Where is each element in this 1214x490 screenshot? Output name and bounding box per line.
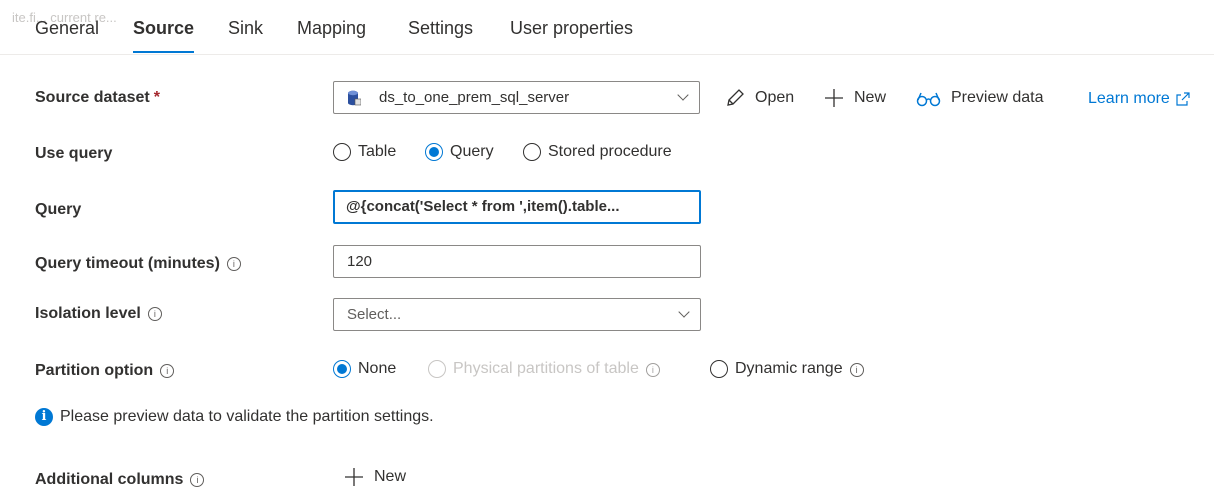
source-dataset-label-text: Source dataset bbox=[35, 89, 150, 106]
radio-circle bbox=[333, 143, 351, 161]
radio-table[interactable]: Table bbox=[333, 143, 396, 161]
tab-source[interactable]: Source bbox=[133, 18, 195, 53]
info-icon: i bbox=[849, 363, 864, 377]
query-timeout-input[interactable]: 120 bbox=[333, 245, 701, 278]
additional-columns-label: Additional columns i bbox=[35, 471, 205, 489]
radio-circle bbox=[333, 360, 351, 378]
source-dataset-value: ds_to_one_prem_sql_server bbox=[379, 89, 570, 106]
radio-circle bbox=[428, 360, 446, 378]
use-query-label: Use query bbox=[35, 145, 113, 162]
add-column-button[interactable]: New bbox=[343, 466, 406, 488]
isolation-level-label: Isolation level i bbox=[35, 305, 162, 323]
tab-settings[interactable]: Settings bbox=[408, 18, 473, 39]
open-button[interactable]: Open bbox=[724, 87, 794, 109]
radio-stored-procedure-label: Stored procedure bbox=[548, 143, 672, 160]
open-label: Open bbox=[755, 89, 795, 106]
info-icon: i bbox=[226, 257, 241, 271]
additional-columns-label-text: Additional columns bbox=[35, 471, 184, 488]
partition-info-text: Please preview data to validate the part… bbox=[60, 408, 434, 425]
partition-option-label: Partition option i bbox=[35, 362, 175, 380]
query-label: Query bbox=[35, 201, 82, 218]
plus-icon bbox=[345, 468, 363, 486]
tab-general[interactable]: General bbox=[35, 18, 99, 39]
radio-stored-procedure[interactable]: Stored procedure bbox=[523, 143, 672, 161]
radio-table-label: Table bbox=[358, 143, 397, 160]
radio-query[interactable]: Query bbox=[425, 143, 494, 161]
radio-query-label: Query bbox=[450, 143, 494, 160]
preview-data-label: Preview data bbox=[951, 89, 1044, 106]
learn-more-link[interactable]: Learn more bbox=[1088, 90, 1190, 108]
query-timeout-value: 120 bbox=[347, 253, 373, 270]
radio-none[interactable]: None bbox=[333, 360, 396, 378]
radio-physical-partitions-label: Physical partitions of table bbox=[453, 360, 639, 377]
info-icon: i bbox=[160, 364, 175, 378]
radio-none-label: None bbox=[358, 360, 397, 377]
required-marker: * bbox=[153, 89, 160, 106]
source-dataset-label: Source dataset * bbox=[35, 89, 160, 107]
new-label: New bbox=[854, 89, 887, 106]
isolation-level-label-text: Isolation level bbox=[35, 305, 141, 322]
radio-dynamic-range[interactable]: Dynamic range i bbox=[710, 360, 864, 378]
learn-more-label: Learn more bbox=[1088, 90, 1170, 107]
chevron-down-icon bbox=[678, 306, 690, 318]
query-timeout-label-text: Query timeout (minutes) bbox=[35, 255, 220, 272]
radio-circle bbox=[710, 360, 728, 378]
chevron-down-icon bbox=[677, 89, 689, 101]
query-value: @{concat('Select * from ',item().table..… bbox=[346, 198, 620, 215]
glasses-icon bbox=[916, 92, 941, 107]
info-icon: i bbox=[190, 473, 205, 487]
plus-icon bbox=[825, 89, 843, 107]
query-input[interactable]: @{concat('Select * from ',item().table..… bbox=[333, 190, 701, 224]
external-link-icon bbox=[1176, 92, 1190, 106]
isolation-level-placeholder: Select... bbox=[347, 306, 402, 323]
database-icon bbox=[348, 90, 361, 106]
isolation-level-dropdown[interactable]: Select... bbox=[333, 298, 701, 331]
tab-bar: General Source Sink Mapping Settings Use… bbox=[0, 0, 1214, 55]
partition-info-note: i Please preview data to validate the pa… bbox=[35, 408, 434, 426]
partition-option-label-text: Partition option bbox=[35, 362, 154, 379]
info-icon: i bbox=[645, 363, 660, 377]
radio-dynamic-range-label: Dynamic range bbox=[735, 360, 843, 377]
tab-user-properties[interactable]: User properties bbox=[510, 18, 633, 39]
new-dataset-button[interactable]: New bbox=[823, 87, 886, 109]
radio-circle bbox=[523, 143, 541, 161]
info-filled-icon: i bbox=[35, 408, 53, 426]
tab-sink[interactable]: Sink bbox=[228, 18, 263, 39]
info-icon: i bbox=[147, 307, 162, 321]
preview-data-button[interactable]: Preview data bbox=[916, 87, 1044, 109]
radio-circle bbox=[425, 143, 443, 161]
query-timeout-label: Query timeout (minutes) i bbox=[35, 255, 241, 273]
add-column-label: New bbox=[374, 468, 407, 485]
source-dataset-dropdown[interactable]: ds_to_one_prem_sql_server bbox=[333, 81, 700, 114]
radio-physical-partitions: Physical partitions of table i bbox=[428, 360, 660, 378]
pencil-icon bbox=[727, 89, 744, 106]
tab-mapping[interactable]: Mapping bbox=[297, 18, 366, 39]
